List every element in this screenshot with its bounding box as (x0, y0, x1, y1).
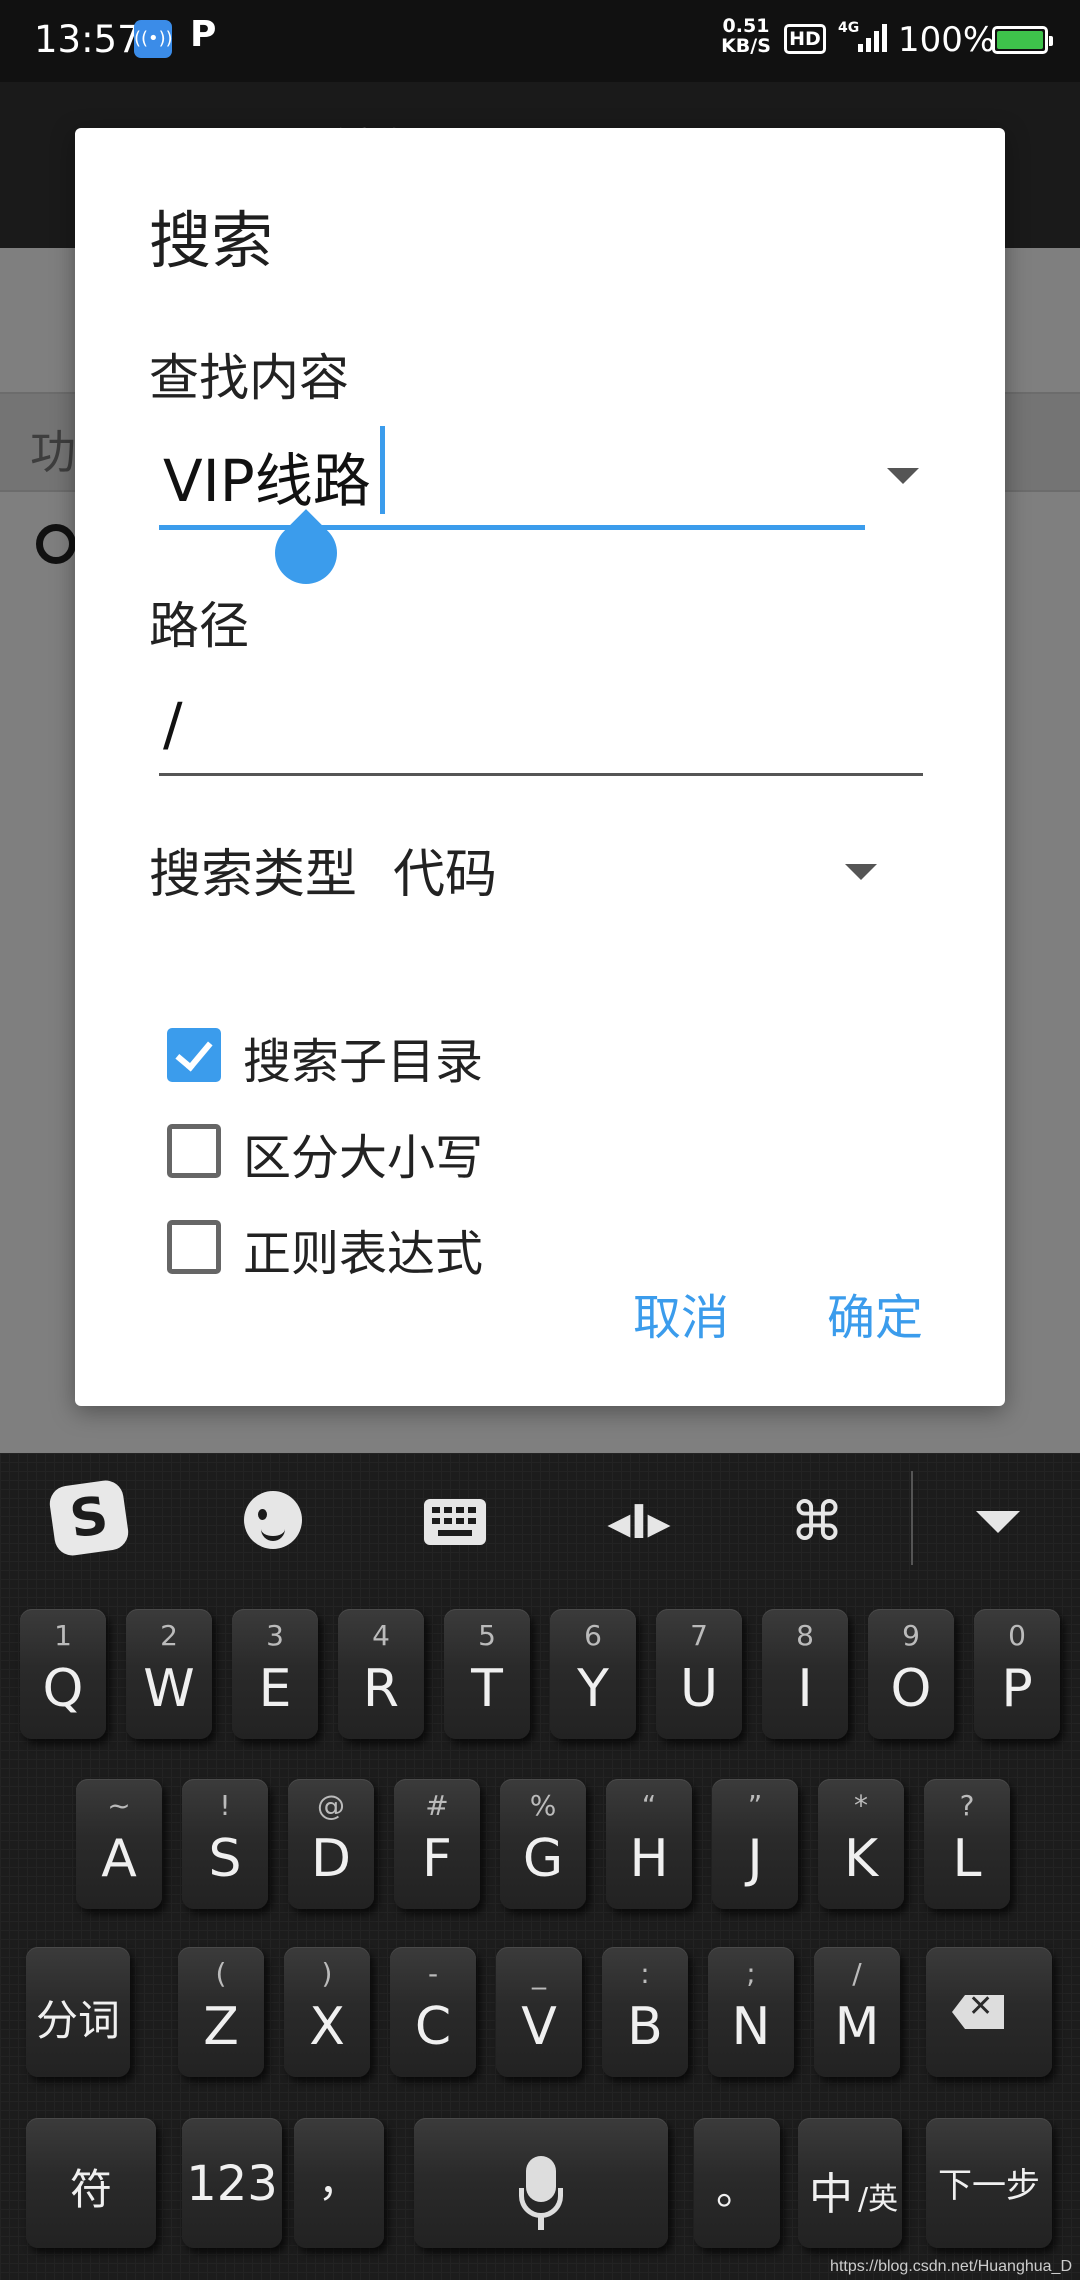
battery-icon (992, 26, 1053, 54)
search-type-value: 代码 (393, 845, 498, 905)
key-next[interactable]: 下一步 (926, 2118, 1052, 2248)
key-u[interactable]: 7U (656, 1609, 742, 1739)
hotspot-icon: ((•)) (134, 20, 173, 58)
find-label: 查找内容 (149, 349, 349, 407)
key-a[interactable]: ~ A (76, 1779, 162, 1909)
key-p[interactable]: 0P (974, 1609, 1060, 1739)
key-n[interactable]: ; N (708, 1947, 794, 2077)
key-g[interactable]: % G (500, 1779, 586, 1909)
key-q[interactable]: 1Q (20, 1609, 106, 1739)
checkbox-unchecked-icon[interactable] (167, 1124, 221, 1178)
hd-badge: HD (784, 24, 826, 54)
key-space-voice[interactable] (414, 2118, 668, 2248)
cursor-move-icon[interactable]: ◂I▸ (604, 1491, 674, 1553)
keyboard-icon[interactable] (424, 1499, 486, 1545)
collapse-keyboard-icon[interactable] (976, 1511, 1020, 1533)
checkbox-checked-icon[interactable] (167, 1028, 221, 1082)
battery-percent: 100% (898, 20, 996, 60)
key-numbers[interactable]: 123 (182, 2118, 282, 2248)
key-w[interactable]: 2W (126, 1609, 212, 1739)
network-speed: 0.51 KB/S (721, 15, 771, 57)
key-l[interactable]: ? L (924, 1779, 1010, 1909)
path-input[interactable]: / (159, 676, 923, 776)
checkbox-label: 正则表达式 (243, 1226, 484, 1282)
key-i[interactable]: 8I (762, 1609, 848, 1739)
key-symbols[interactable]: 符 (26, 2118, 156, 2248)
search-dialog: 搜索 查找内容 VIP线路 路径 / 搜索类型 代码 搜索子目录 区分大小写 正… (75, 128, 1005, 1406)
key-f[interactable]: # F (394, 1779, 480, 1909)
key-comma[interactable]: ， (294, 2118, 384, 2248)
key-m[interactable]: / M (814, 1947, 900, 2077)
search-type-dropdown-icon[interactable] (845, 864, 877, 880)
key-x[interactable]: ) X (284, 1947, 370, 2077)
app-notification-icon: P (190, 14, 217, 55)
key-k[interactable]: * K (818, 1779, 904, 1909)
keyboard-toolbar: S ◂I▸ ⌘ (0, 1453, 1080, 1583)
checkbox-label: 搜索子目录 (243, 1034, 484, 1090)
key-r[interactable]: 4R (338, 1609, 424, 1739)
cancel-button[interactable]: 取消 (633, 1278, 729, 1348)
key-b[interactable]: :B (602, 1947, 688, 2077)
text-caret (380, 426, 385, 514)
find-input-value: VIP线路 (163, 447, 371, 515)
app-tab-label: 功 (30, 425, 76, 479)
find-input[interactable]: VIP线路 (159, 426, 865, 530)
confirm-button[interactable]: 确定 (827, 1278, 923, 1348)
key-period[interactable]: 。 (694, 2118, 780, 2248)
key-o[interactable]: 9O (868, 1609, 954, 1739)
sogou-logo-icon[interactable]: S (47, 1478, 131, 1558)
find-history-dropdown-icon[interactable] (887, 468, 919, 484)
toolbar-divider (911, 1471, 913, 1565)
signal-icon (858, 24, 887, 52)
key-d[interactable]: @ D (288, 1779, 374, 1909)
checkbox-label: 区分大小写 (243, 1130, 484, 1186)
key-c[interactable]: -C (390, 1947, 476, 2077)
key-fenci[interactable]: 分词 (26, 1947, 130, 2077)
key-z[interactable]: (Z (178, 1947, 264, 2077)
path-input-value: / (163, 690, 183, 758)
key-j[interactable]: ” J (712, 1779, 798, 1909)
battery-fill (997, 31, 1043, 49)
command-icon[interactable]: ⌘ (782, 1487, 852, 1557)
checkbox-unchecked-icon[interactable] (167, 1220, 221, 1274)
search-icon (36, 524, 76, 564)
key-y[interactable]: 6Y (550, 1609, 636, 1739)
search-type-label: 搜索类型 (149, 845, 358, 905)
key-s[interactable]: ! S (182, 1779, 268, 1909)
watermark: https://blog.csdn.net/Huanghua_D (830, 2258, 1072, 2275)
emoji-icon[interactable] (244, 1491, 302, 1549)
key-language-toggle[interactable]: 中 /英 (798, 2118, 902, 2248)
status-time: 13:57 (34, 18, 141, 61)
soft-keyboard: S ◂I▸ ⌘ 分词 ✕ 符 123 ， 。 中 /英 下一步 1 Q 2 W … (0, 1453, 1080, 2280)
key-h[interactable]: “H (606, 1779, 692, 1909)
status-bar: 13:57 ((•)) P 0.51 KB/S HD 4G 100% (0, 0, 1080, 82)
key-v[interactable]: _ V (496, 1947, 582, 2077)
key-e[interactable]: 3E (232, 1609, 318, 1739)
key-t[interactable]: 5T (444, 1609, 530, 1739)
dialog-title: 搜索 (149, 204, 274, 277)
key-backspace[interactable]: ✕ (926, 1947, 1052, 2077)
path-label: 路径 (149, 597, 249, 655)
